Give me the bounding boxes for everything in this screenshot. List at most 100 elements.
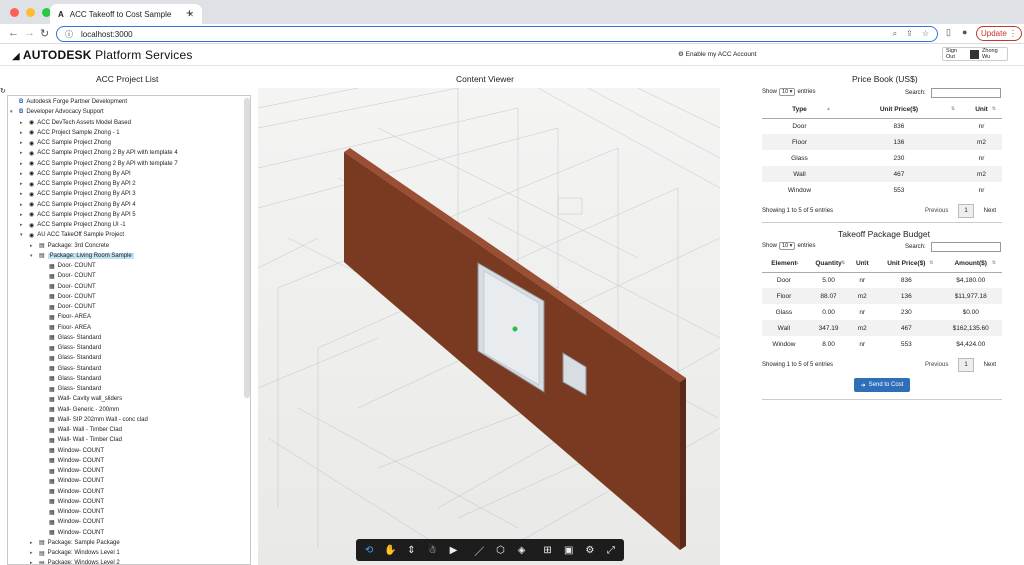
- tree-node[interactable]: ▦ Floor- AREA: [40, 323, 91, 333]
- tree-node[interactable]: B Autodesk Forge Partner Development: [10, 97, 127, 107]
- column-header[interactable]: Unit ⇅: [961, 102, 1002, 119]
- share-icon[interactable]: ⇪: [906, 29, 913, 39]
- tree-node[interactable]: ▦ Wall- SIP 202mm Wall - conc clad: [40, 415, 148, 425]
- tree-node[interactable]: ▦ Window- COUNT: [40, 476, 104, 486]
- sort-icon[interactable]: ⇅: [929, 260, 933, 266]
- tree-node[interactable]: ▦ Door- COUNT: [40, 282, 96, 292]
- tree-node[interactable]: ▦ Window- COUNT: [40, 456, 104, 466]
- sort-icon[interactable]: ⇅: [863, 260, 867, 266]
- tree-node[interactable]: ▦ Glass- Standard: [40, 384, 101, 394]
- measure-icon[interactable]: ／: [469, 541, 489, 559]
- minimize-window-button[interactable]: [26, 8, 35, 17]
- sidebar-icon[interactable]: ▯: [946, 27, 951, 38]
- expand-icon[interactable]: ▸: [20, 140, 26, 146]
- table-row[interactable]: Window 8.00 nr 553 $4,424.00: [762, 336, 1002, 352]
- content-viewer[interactable]: [258, 88, 720, 565]
- sort-icon[interactable]: ▲: [826, 106, 831, 112]
- expand-icon[interactable]: ▸: [20, 161, 26, 167]
- table-row[interactable]: Window 553 nr: [762, 182, 1002, 198]
- expand-icon[interactable]: ▸: [20, 202, 26, 208]
- sort-icon[interactable]: ▲: [795, 260, 800, 266]
- tree-node[interactable]: ▸ ◉ ACC Sample Project Zhong 2 By API with…: [20, 148, 178, 158]
- tree-node[interactable]: ▸ ▤ Package: 3rd Concrete: [30, 241, 109, 251]
- expand-icon[interactable]: ▸: [20, 150, 26, 156]
- sort-icon[interactable]: ⇅: [992, 260, 996, 266]
- pan-icon[interactable]: ✋: [380, 541, 400, 559]
- new-tab-button[interactable]: +: [186, 6, 193, 20]
- tree-node[interactable]: ▸ ▤ Package: Windows Level 2: [30, 558, 120, 564]
- tree-node[interactable]: ▦ Door- COUNT: [40, 302, 96, 312]
- tree-node[interactable]: ▦ Window- COUNT: [40, 497, 104, 507]
- column-header[interactable]: Unit ⇅: [851, 256, 874, 273]
- tree-node[interactable]: ▦ Window- COUNT: [40, 466, 104, 476]
- pricebook-search-input[interactable]: [931, 88, 1001, 98]
- tree-node[interactable]: ▦ Door- COUNT: [40, 261, 96, 271]
- bookmark-star-icon[interactable]: ☆: [922, 29, 929, 39]
- close-window-button[interactable]: [10, 8, 19, 17]
- collapse-icon[interactable]: ▾: [30, 253, 36, 259]
- expand-icon[interactable]: ▸: [30, 550, 36, 556]
- expand-icon[interactable]: ▸: [30, 540, 36, 546]
- expand-icon[interactable]: ▸: [20, 212, 26, 218]
- tree-node[interactable]: ▸ ◉ ACC Sample Project Zhong UI -1: [20, 220, 126, 230]
- expand-icon[interactable]: ▸: [30, 243, 36, 249]
- budget-page-1[interactable]: 1: [958, 358, 974, 372]
- tree-node[interactable]: ▦ Window- COUNT: [40, 487, 104, 497]
- tree-node[interactable]: ▦ Door- COUNT: [40, 292, 96, 302]
- tree-node[interactable]: ▸ ◉ ACC Project Sample Zhong - 1: [20, 128, 120, 138]
- expand-icon[interactable]: ▸: [20, 130, 26, 136]
- tree-node[interactable]: ▾ B Developer Advocacy Support: [10, 107, 104, 117]
- pricebook-page-size-select[interactable]: 10 ▾: [779, 88, 796, 96]
- tree-node[interactable]: ▦ Glass- Standard: [40, 343, 101, 353]
- tree-node[interactable]: ▸ ◉ ACC Sample Project Zhong By API 4: [20, 200, 136, 210]
- tree-node[interactable]: ▸ ▤ Package: Windows Level 1: [30, 548, 120, 558]
- tree-node[interactable]: ▾ ◉ AU ACC TakeOff Sample Project: [20, 230, 124, 240]
- expand-icon[interactable]: ▸: [30, 560, 36, 564]
- sort-icon[interactable]: ⇅: [992, 106, 996, 112]
- explode-icon[interactable]: ◈: [512, 541, 532, 559]
- column-header[interactable]: Quantity ⇅: [805, 256, 852, 273]
- expand-icon[interactable]: ▸: [20, 181, 26, 187]
- pricebook-page-1[interactable]: 1: [958, 204, 974, 218]
- column-header[interactable]: Element ▲: [762, 256, 806, 273]
- collapse-icon[interactable]: ▾: [20, 232, 26, 238]
- pricebook-next[interactable]: Next: [984, 208, 996, 214]
- tree-node[interactable]: ▦ Window- COUNT: [40, 517, 104, 527]
- tree-node[interactable]: ▦ Glass- Standard: [40, 364, 101, 374]
- tree-node[interactable]: ▸ ◉ ACC Sample Project Zhong: [20, 138, 111, 148]
- reload-icon[interactable]: ↻: [40, 27, 49, 40]
- table-row[interactable]: Door 5.00 nr 836 $4,180.00: [762, 272, 1002, 288]
- tree-scrollbar[interactable]: [244, 98, 250, 398]
- properties-icon[interactable]: ▣: [559, 541, 579, 559]
- tree-node[interactable]: ▸ ◉ ACC Sample Project Zhong By API 3: [20, 189, 136, 199]
- budget-previous[interactable]: Previous: [925, 362, 948, 368]
- sort-icon[interactable]: ⇅: [951, 106, 955, 112]
- tree-node[interactable]: ▸ ◉ ACC Sample Project Zhong By API 5: [20, 210, 136, 220]
- expand-icon[interactable]: ▸: [20, 222, 26, 228]
- column-header[interactable]: Type ▲: [762, 102, 837, 119]
- refresh-icon[interactable]: ↻: [0, 87, 6, 95]
- tree-node[interactable]: ▦ Door- COUNT: [40, 271, 96, 281]
- camera-icon[interactable]: ▶: [443, 541, 463, 559]
- table-row[interactable]: Glass 0.00 nr 230 $0.00: [762, 304, 1002, 320]
- expand-icon[interactable]: ▸: [20, 191, 26, 197]
- profile-icon[interactable]: ●: [962, 27, 967, 37]
- enable-acc-link[interactable]: ⚙ Enable my ACC Account: [678, 50, 756, 58]
- tree-node[interactable]: ▸ ◉ ACC DevTech Assets Model Based: [20, 118, 131, 128]
- back-icon[interactable]: ←: [8, 27, 19, 39]
- tree-node[interactable]: ▾ ▤ Package: Living Room Sample: [30, 251, 134, 261]
- table-row[interactable]: Wall 467 m2: [762, 166, 1002, 182]
- column-header[interactable]: Unit Price($) ⇅: [873, 256, 940, 273]
- tree-node[interactable]: ▦ Glass- Standard: [40, 353, 101, 363]
- tree-node[interactable]: ▦ Glass- Standard: [40, 333, 101, 343]
- tree-node[interactable]: ▸ ◉ ACC Sample Project Zhong By API 2: [20, 179, 136, 189]
- model-canvas[interactable]: [258, 88, 720, 565]
- column-header[interactable]: Unit Price($) ⇅: [836, 102, 962, 119]
- pricebook-previous[interactable]: Previous: [925, 208, 948, 214]
- tree-node[interactable]: ▦ Window- COUNT: [40, 446, 104, 456]
- tree-node[interactable]: ▸ ◉ ACC Sample Project Zhong By API: [20, 169, 131, 179]
- settings-icon[interactable]: ⚙: [580, 541, 600, 559]
- info-icon[interactable]: ⓘ: [65, 29, 73, 40]
- table-row[interactable]: Glass 230 nr: [762, 150, 1002, 166]
- tree-node[interactable]: ▸ ▤ Package: Sample Package: [30, 538, 120, 548]
